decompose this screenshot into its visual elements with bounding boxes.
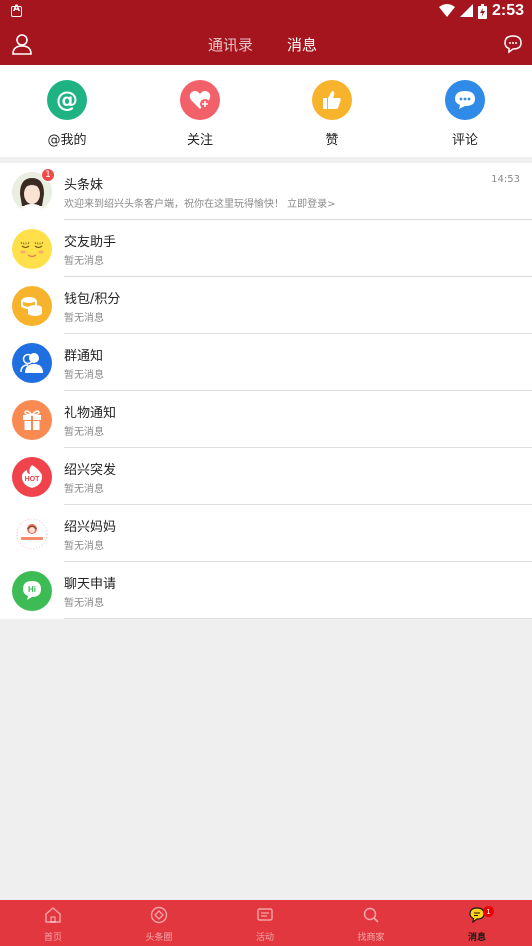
nav-item-find-merchant[interactable]: 找商家 xyxy=(318,900,424,946)
list-item-toutiaomei[interactable]: 1 头条妹 欢迎来到绍兴头条客户端，祝你在这里玩得愉快！ 立即登录> 14:53 xyxy=(0,163,532,220)
list-item-gift-notice[interactable]: 礼物通知 暂无消息 xyxy=(0,391,532,448)
quick-action-likes[interactable]: 赞 xyxy=(292,80,372,148)
message-preview: 暂无消息 xyxy=(64,598,104,609)
system-indicators: 2:53 xyxy=(438,2,524,20)
divider xyxy=(64,618,532,619)
home-icon xyxy=(45,907,61,923)
coins-icon xyxy=(12,286,52,326)
message-title: 交友助手 xyxy=(64,235,117,250)
nav-unread-badge: 1 xyxy=(483,906,494,917)
quick-action-follow[interactable]: 关注 xyxy=(160,80,240,148)
quick-action-label: @我的 xyxy=(47,133,87,148)
bottom-navigation: 首页 头条圈 活动 找商家 1 消息 xyxy=(0,900,532,946)
quick-action-comments[interactable]: 评论 xyxy=(425,80,505,148)
quick-action-mentions[interactable]: @ @我的 xyxy=(27,80,107,148)
status-bar: 2:53 xyxy=(0,0,532,24)
message-preview: 欢迎来到绍兴头条客户端，祝你在这里玩得愉快！ 立即登录> xyxy=(64,199,336,210)
message-title: 绍兴妈妈 xyxy=(64,520,117,535)
message-title: 群通知 xyxy=(64,349,104,364)
group-icon xyxy=(12,343,52,383)
search-icon xyxy=(363,907,379,923)
nav-item-activity[interactable]: 活动 xyxy=(212,900,318,946)
clock: 2:53 xyxy=(491,2,524,19)
unread-badge: 1 xyxy=(41,168,55,182)
gift-icon xyxy=(12,400,52,440)
nav-item-circle[interactable]: 头条圈 xyxy=(106,900,212,946)
list-item-shaoxing-breaking[interactable]: HOT 绍兴突发 暂无消息 xyxy=(0,448,532,505)
svg-text:Hi: Hi xyxy=(28,585,36,594)
heart-plus-icon xyxy=(180,80,220,120)
nav-item-home[interactable]: 首页 xyxy=(0,900,106,946)
top-bar: 通讯录 消息 xyxy=(0,24,532,65)
mama-logo-icon xyxy=(12,514,52,554)
quick-action-label: 赞 xyxy=(325,133,339,148)
smile-face-icon xyxy=(12,229,52,269)
list-item-wallet[interactable]: 钱包/积分 暂无消息 xyxy=(0,277,532,334)
quick-action-label: 关注 xyxy=(186,133,213,148)
message-time: 14:53 xyxy=(491,174,520,185)
svg-text:HOT: HOT xyxy=(25,476,41,483)
chat-settings-icon[interactable] xyxy=(503,34,523,54)
nav-label: 找商家 xyxy=(357,933,385,943)
message-title: 礼物通知 xyxy=(64,406,117,421)
list-item-shaoxing-mama[interactable]: 绍兴妈妈 暂无消息 xyxy=(0,505,532,562)
message-title: 聊天申请 xyxy=(64,577,117,592)
message-preview: 暂无消息 xyxy=(64,313,104,324)
signal-icon xyxy=(459,4,473,17)
nav-label: 消息 xyxy=(467,933,486,943)
message-preview: 暂无消息 xyxy=(64,256,104,267)
nav-label: 活动 xyxy=(255,933,274,943)
hi-icon: Hi xyxy=(12,571,52,611)
message-preview: 暂无消息 xyxy=(64,370,104,381)
quick-actions: @ @我的 关注 赞 评论 xyxy=(0,65,532,157)
activity-icon xyxy=(257,908,273,921)
list-item-chat-request[interactable]: Hi 聊天申请 暂无消息 xyxy=(0,562,532,619)
at-icon: @ xyxy=(47,80,87,120)
nav-label: 头条圈 xyxy=(145,933,173,943)
quick-action-label: 评论 xyxy=(451,133,478,148)
nav-item-messages[interactable]: 1 消息 xyxy=(424,900,530,946)
battery-icon xyxy=(477,3,487,19)
message-preview: 暂无消息 xyxy=(64,484,104,495)
wifi-icon xyxy=(438,4,455,17)
list-item-group-notice[interactable]: 群通知 暂无消息 xyxy=(0,334,532,391)
circle-icon xyxy=(150,906,168,924)
list-item-friend-assistant[interactable]: 交友助手 暂无消息 xyxy=(0,220,532,277)
girl-avatar: 1 xyxy=(12,168,55,212)
message-preview: 暂无消息 xyxy=(64,541,104,552)
nav-label: 首页 xyxy=(43,933,62,943)
app-notification-icon xyxy=(11,4,22,17)
chat-bubble-icon xyxy=(445,80,485,120)
hot-icon: HOT xyxy=(12,457,52,497)
message-preview: 暂无消息 xyxy=(64,427,104,438)
tab-contacts[interactable]: 通讯录 xyxy=(208,34,253,55)
message-title: 钱包/积分 xyxy=(64,292,121,307)
message-title: 头条妹 xyxy=(64,178,104,193)
tab-messages[interactable]: 消息 xyxy=(287,34,317,55)
message-title: 绍兴突发 xyxy=(64,463,117,478)
profile-icon[interactable] xyxy=(11,33,33,55)
thumbs-up-icon xyxy=(312,80,352,120)
message-list: 1 头条妹 欢迎来到绍兴头条客户端，祝你在这里玩得愉快！ 立即登录> 14:53… xyxy=(0,163,532,619)
